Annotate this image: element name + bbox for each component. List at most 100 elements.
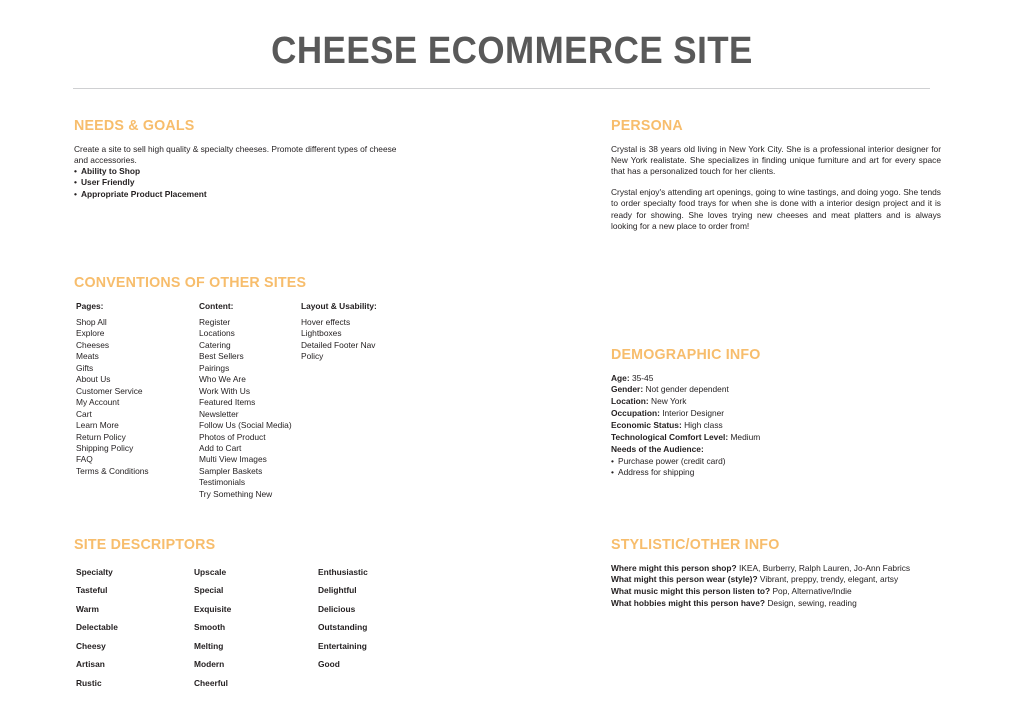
list-item: Delicious <box>318 603 356 614</box>
list-item: Work With Us <box>199 385 251 396</box>
list-item: Outstanding <box>318 622 368 633</box>
list-item: Shipping Policy <box>76 442 134 453</box>
list-item: Learn More <box>76 420 119 431</box>
list-item: Purchase power (credit card) <box>611 456 941 468</box>
descriptor-list: Upscale Special Exquisite Smooth Melting… <box>194 563 231 693</box>
list-item: Detailed Footer Nav <box>301 339 376 350</box>
list-item: Good <box>318 659 340 670</box>
demographic-heading: DEMOGRAPHIC INFO <box>611 346 761 363</box>
conventions-heading: CONVENTIONS OF OTHER SITES <box>74 274 307 291</box>
field-value: Not gender dependent <box>645 384 729 395</box>
conventions-pages-list: Shop All Explore Cheeses Meats Gifts Abo… <box>76 317 149 477</box>
demographic-field-age: Age: 35-45 <box>611 373 941 385</box>
field-label: Age: <box>611 372 630 383</box>
conventions-column-layout-usability: Layout & Usability: Hover effects Lightb… <box>301 301 377 363</box>
list-item: Exquisite <box>194 603 232 614</box>
list-item: Register <box>199 317 231 327</box>
list-item: Meats <box>76 351 99 362</box>
conventions-columns: Pages: Shop All Explore Cheeses Meats Gi… <box>74 301 474 501</box>
list-item: Sampler Baskets <box>199 465 263 476</box>
stylistic-qa-music: What music might this person listen to? … <box>611 586 971 598</box>
column-header: Pages: <box>76 300 104 311</box>
column-header: Layout & Usability: <box>301 300 377 311</box>
descriptor-column-3: Enthusiastic Delightful Delicious Outsta… <box>318 563 368 675</box>
question-label: What music might this person listen to? <box>611 586 771 597</box>
list-item: Ability to Shop <box>74 166 404 178</box>
list-item: Who We Are <box>199 374 246 385</box>
list-item: Try Something New <box>199 488 273 499</box>
list-item: Featured Items <box>199 397 256 408</box>
list-item: Lightboxes <box>301 328 342 339</box>
site-descriptors-columns: Specialty Tasteful Warm Delectable Chees… <box>74 563 474 703</box>
descriptor-column-1: Specialty Tasteful Warm Delectable Chees… <box>76 563 118 693</box>
field-value: Medium <box>730 432 761 443</box>
question-label: Where might this person shop? <box>611 562 737 573</box>
conventions-column-content: Content: Register Locations Catering Bes… <box>199 301 292 501</box>
list-item: FAQ <box>76 454 93 465</box>
field-value: High class <box>684 420 723 431</box>
demographic-field-economic-status: Economic Status: High class <box>611 420 941 432</box>
demographic-audience-label: Needs of the Audience: <box>611 444 941 456</box>
needs-goals-paragraph: Create a site to sell high quality & spe… <box>74 143 397 165</box>
list-item: Policy <box>301 351 324 362</box>
list-item: Photos of Product <box>199 431 266 442</box>
list-item: Testimonials <box>199 477 246 488</box>
list-item: Newsletter <box>199 408 239 419</box>
field-label: Technological Comfort Level: <box>611 432 729 443</box>
list-item: Best Sellers <box>199 351 244 362</box>
persona-paragraph-1: Crystal is 38 years old living in New Yo… <box>611 143 941 176</box>
stylistic-qa-shop: Where might this person shop? IKEA, Burb… <box>611 563 971 575</box>
list-item: About Us <box>76 374 111 385</box>
demographic-fields: Age: 35-45 Gender: Not gender dependent … <box>611 373 941 456</box>
demographic-field-tech-comfort: Technological Comfort Level: Medium <box>611 432 941 444</box>
descriptor-list: Enthusiastic Delightful Delicious Outsta… <box>318 563 368 675</box>
section-conventions: CONVENTIONS OF OTHER SITES Pages: Shop A… <box>74 274 474 501</box>
field-label: Occupation: <box>611 408 660 419</box>
list-item: Delectable <box>76 622 118 633</box>
list-item: Appropriate Product Placement <box>74 189 404 201</box>
stylistic-heading: STYLISTIC/OTHER INFO <box>611 536 780 553</box>
demographic-field-location: Location: New York <box>611 396 941 408</box>
list-item: Address for shipping <box>611 467 941 479</box>
section-site-descriptors: SITE DESCRIPTORS Specialty Tasteful Warm… <box>74 536 474 703</box>
list-item: Cart <box>76 408 92 419</box>
list-item: Enthusiastic <box>318 566 368 577</box>
list-item: Return Policy <box>76 431 126 442</box>
poster-page: CHEESE ECOMMERCE SITE NEEDS & GOALS Crea… <box>0 0 1024 723</box>
list-item: Gifts <box>76 362 94 373</box>
field-value: 35-45 <box>631 372 654 383</box>
list-item: Cheeses <box>76 339 110 350</box>
list-item: Hover effects <box>301 317 351 327</box>
section-persona: PERSONA Crystal is 38 years old living i… <box>611 117 941 232</box>
list-item: My Account <box>76 397 120 408</box>
question-label: What might this person wear (style)? <box>611 574 758 585</box>
conventions-column-pages: Pages: Shop All Explore Cheeses Meats Gi… <box>76 301 149 478</box>
answer-value: Design, sewing, reading <box>767 598 857 609</box>
list-item: Catering <box>199 339 231 350</box>
list-item: Pairings <box>199 362 230 373</box>
column-header: Content: <box>199 300 234 311</box>
list-item: Upscale <box>194 566 227 577</box>
list-item: Follow Us (Social Media) <box>199 420 292 431</box>
list-item: Terms & Conditions <box>76 465 149 476</box>
needs-goals-heading: NEEDS & GOALS <box>74 117 195 134</box>
persona-heading: PERSONA <box>611 117 683 134</box>
answer-value: Pop, Alternative/Indie <box>772 586 852 597</box>
field-label: Location: <box>611 396 649 407</box>
title-divider <box>73 88 930 89</box>
site-descriptors-heading: SITE DESCRIPTORS <box>74 536 216 553</box>
persona-body: Crystal is 38 years old living in New Yo… <box>611 144 941 232</box>
field-value: Interior Designer <box>662 408 725 419</box>
demographic-field-gender: Gender: Not gender dependent <box>611 384 941 396</box>
list-item: Cheerful <box>194 678 228 689</box>
descriptor-column-2: Upscale Special Exquisite Smooth Melting… <box>194 563 231 693</box>
descriptor-list: Specialty Tasteful Warm Delectable Chees… <box>76 563 118 693</box>
stylistic-qa-wear: What might this person wear (style)? Vib… <box>611 574 971 586</box>
list-item: Multi View Images <box>199 454 267 465</box>
conventions-layout-list: Hover effects Lightboxes Detailed Footer… <box>301 317 377 363</box>
demographic-audience-bullets: Purchase power (credit card) Address for… <box>611 456 941 479</box>
field-value: New York <box>651 396 687 407</box>
list-item: Special <box>194 585 224 596</box>
list-item: Explore <box>76 328 105 339</box>
list-item: Cheesy <box>76 640 106 651</box>
